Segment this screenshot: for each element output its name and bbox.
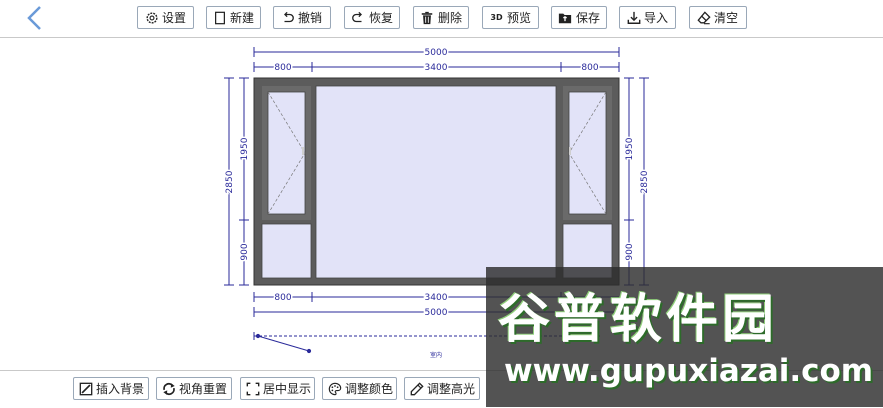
chevron-left-icon: [27, 6, 41, 30]
preview-label: 预览: [507, 11, 532, 25]
watermark-title: 谷普软件园: [498, 290, 779, 350]
interior-label: 室内: [430, 351, 442, 359]
save-button[interactable]: 保存: [551, 6, 607, 29]
insert-background-button[interactable]: 插入背景: [73, 377, 149, 400]
gear-icon: [144, 10, 159, 25]
undo-icon: [280, 10, 295, 25]
dimension-right-lower-label: 900: [625, 243, 635, 260]
undo-button[interactable]: 撤销: [273, 6, 331, 29]
dimension-top-seg1-label: 800: [274, 63, 291, 73]
dimension-top-seg3-label: 800: [581, 63, 598, 73]
adjust-color-label: 调整颜色: [345, 382, 394, 396]
dimension-bottom-seg1-label: 800: [274, 293, 291, 303]
new-button[interactable]: 新建: [206, 6, 261, 29]
import-button[interactable]: 导入: [619, 6, 676, 29]
back-button[interactable]: [22, 4, 50, 32]
reset-view-label: 视角重置: [179, 382, 228, 396]
save-label: 保存: [575, 11, 600, 25]
new-label: 新建: [230, 11, 255, 25]
clear-label: 清空: [714, 11, 739, 25]
center-display-label: 居中显示: [263, 382, 312, 396]
dimension-top-seg2-label: 3400: [425, 63, 448, 73]
adjust-highlight-label: 调整高光: [427, 382, 476, 396]
palette-icon: [328, 381, 342, 396]
redo-icon: [351, 10, 366, 25]
insert-background-label: 插入背景: [96, 382, 145, 396]
window-frame[interactable]: [253, 77, 620, 286]
dimension-bottom-total-label: 5000: [425, 308, 448, 318]
import-label: 导入: [644, 11, 669, 25]
dimension-left-total-label: 2850: [225, 170, 235, 193]
pen-icon: [410, 381, 424, 396]
redo-label: 恢复: [368, 11, 393, 25]
adjust-highlight-button[interactable]: 调整高光: [404, 377, 480, 400]
dimension-top-total-label: 5000: [425, 48, 448, 58]
import-icon: [626, 10, 641, 25]
rotate-icon: [162, 381, 176, 396]
undo-label: 撤销: [298, 11, 323, 25]
watermark-overlay: 谷普软件园 www.gupuxiazai.com: [486, 267, 883, 407]
eraser-icon: [696, 10, 711, 25]
trash-icon: [420, 10, 435, 25]
center-icon: [246, 381, 260, 396]
adjust-color-button[interactable]: 调整颜色: [322, 377, 397, 400]
redo-button[interactable]: 恢复: [344, 6, 400, 29]
delete-button[interactable]: 删除: [413, 6, 469, 29]
preview-button[interactable]: 3D 预览: [482, 6, 539, 29]
dimension-right-upper-label: 1950: [625, 137, 635, 160]
new-file-icon: [213, 10, 227, 25]
watermark-url: www.gupuxiazai.com: [504, 353, 874, 389]
settings-label: 设置: [162, 11, 187, 25]
save-folder-icon: [558, 10, 573, 25]
3d-icon: 3D: [490, 13, 503, 22]
top-toolbar: 设置 新建 撤销 恢复 删除 3D 预览 保存 导入 清空: [0, 0, 883, 38]
dimension-right-total-label: 2850: [640, 170, 650, 193]
center-display-button[interactable]: 居中显示: [240, 377, 315, 400]
dimension-bottom-seg2-label: 3400: [425, 293, 448, 303]
delete-label: 删除: [437, 11, 462, 25]
dimension-left-lower-label: 900: [240, 243, 250, 260]
settings-button[interactable]: 设置: [137, 6, 194, 29]
clear-button[interactable]: 清空: [689, 6, 747, 29]
image-icon: [79, 381, 93, 396]
reset-view-button[interactable]: 视角重置: [156, 377, 232, 400]
dimension-left-upper-label: 1950: [240, 137, 250, 160]
